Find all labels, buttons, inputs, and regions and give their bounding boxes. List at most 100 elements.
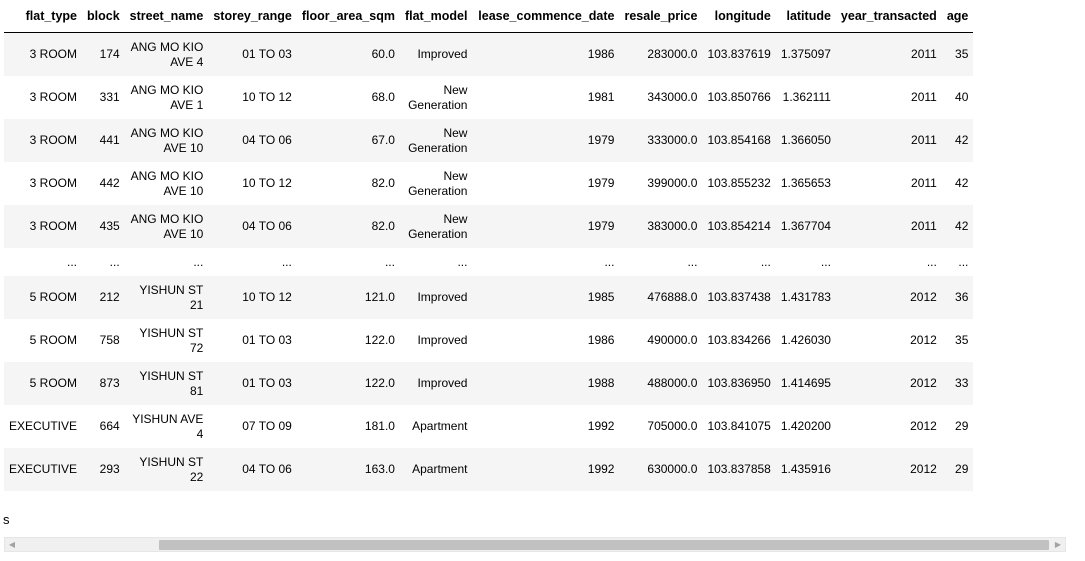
table-row: 3 ROOM 442 ANG MO KIO AVE 10 10 TO 12 82.0 Ne… — [4, 162, 973, 205]
horizontal-scrollbar[interactable]: ◀ ▶ — [4, 537, 1066, 552]
column-header-floor-area-sqm: floor_area_sqm — [296, 0, 400, 33]
cell-age: 35 — [941, 32, 974, 76]
cell-street-name: YISHUN AVE 4 — [132, 411, 204, 441]
cell-flat-type: 3 ROOM — [29, 90, 78, 104]
cell-street-name: YISHUN ST 72 — [139, 325, 204, 355]
cell-block: 758 — [99, 333, 120, 347]
cell-age: 29 — [941, 448, 974, 491]
cell-block: 293 — [82, 448, 125, 491]
cell-flat-type: EXECUTIVE — [9, 419, 78, 433]
cell-flat-model: Improved — [399, 276, 473, 319]
column-header-resale-price: resale_price — [619, 0, 703, 33]
table-row: EXECUTIVE 293 YISHUN ST 22 04 TO 06 163.0 Apa… — [4, 448, 974, 491]
cell-longitude: 103.855232 — [707, 176, 771, 190]
ellipsis-cell: ... — [760, 254, 771, 269]
ellipsis-cell: ... — [457, 254, 468, 269]
column-header-flat-type: flat_type — [4, 0, 83, 33]
cell-year-transacted: 2012 — [835, 362, 942, 405]
cell-year-transacted: 2011 — [835, 32, 942, 76]
ellipsis-cell: ... — [820, 254, 831, 269]
cell-storey-range: 01 TO 03 — [208, 32, 297, 76]
cell-floor-area-sqm: 121.0 — [296, 276, 400, 319]
cell-latitude: 1.414695 — [775, 362, 836, 405]
table-row: 3 ROOM 435 ANG MO KIO AVE 10 04 TO 06 82.0 Ne… — [4, 205, 974, 248]
table-row: 3 ROOM 174 ANG MO KIO AVE 4 01 TO 03 60.0 Imp… — [4, 32, 974, 76]
ellipsis-cell: ... — [384, 254, 395, 269]
ellipsis-cell: ... — [67, 254, 78, 269]
cell-flat-type: 3 ROOM — [4, 32, 83, 76]
column-header-block: block — [82, 0, 125, 33]
cell-floor-area-sqm: 181.0 — [364, 419, 395, 433]
ellipsis-row: .................................... — [4, 248, 973, 276]
notebook-output: flat_type block street_name storey_range flo… — [0, 0, 1085, 561]
column-header-year-transacted: year_transacted — [835, 0, 942, 33]
cell-lease-commence-date: 1986 — [472, 32, 620, 76]
cell-flat-model: Apartment — [412, 419, 468, 433]
cell-age: 42 — [941, 205, 974, 248]
dataframe-table: flat_type block street_name storey_range flo… — [4, 0, 974, 491]
cell-latitude: 1.426030 — [780, 333, 831, 347]
cell-street-name: ANG MO KIO AVE 10 — [124, 119, 209, 162]
ellipsis-cell: ... — [109, 254, 120, 269]
cell-storey-range: 01 TO 03 — [208, 362, 297, 405]
cell-age: 40 — [955, 90, 969, 104]
cell-lease-commence-date: 1992 — [472, 448, 620, 491]
cell-block: 441 — [82, 119, 125, 162]
ellipsis-cell: ... — [687, 254, 698, 269]
scroll-left-arrow-icon[interactable]: ◀ — [7, 540, 17, 550]
cell-flat-type: 5 ROOM — [4, 362, 83, 405]
cell-year-transacted: 2012 — [910, 419, 937, 433]
cell-storey-range: 07 TO 09 — [242, 419, 292, 433]
cell-longitude: 103.854214 — [702, 205, 776, 248]
cell-latitude: 1.375097 — [775, 32, 836, 76]
cell-latitude: 1.431783 — [775, 276, 836, 319]
cell-street-name: YISHUN ST 22 — [124, 448, 209, 491]
cell-latitude: 1.365653 — [780, 176, 831, 190]
cell-lease-commence-date: 1988 — [472, 362, 620, 405]
table-row: 5 ROOM 873 YISHUN ST 81 01 TO 03 122.0 Improv… — [4, 362, 974, 405]
cell-block: 435 — [82, 205, 125, 248]
cell-year-transacted: 2011 — [835, 205, 942, 248]
cell-flat-type: 5 ROOM — [29, 333, 78, 347]
cell-flat-model: Improved — [417, 333, 468, 347]
cell-resale-price: 630000.0 — [619, 448, 703, 491]
cell-age: 42 — [941, 119, 974, 162]
cell-lease-commence-date: 1992 — [587, 419, 615, 433]
cell-block: 664 — [99, 419, 120, 433]
cell-flat-type: 3 ROOM — [29, 176, 78, 190]
cell-street-name: ANG MO KIO AVE 10 — [130, 168, 204, 198]
column-header-age: age — [941, 0, 974, 33]
table-row: EXECUTIVE 664 YISHUN AVE 4 07 TO 09 181.0 Apa… — [4, 405, 973, 448]
cell-resale-price: 283000.0 — [619, 32, 703, 76]
cell-latitude: 1.366050 — [775, 119, 836, 162]
table-row: 3 ROOM 331 ANG MO KIO AVE 1 10 TO 12 68.0 New… — [4, 76, 973, 119]
table-row: 3 ROOM 441 ANG MO KIO AVE 10 04 TO 06 67.0 Ne… — [4, 119, 974, 162]
cell-flat-type: 3 ROOM — [4, 205, 83, 248]
cell-longitude: 103.854168 — [702, 119, 776, 162]
cell-latitude: 1.435916 — [775, 448, 836, 491]
cell-lease-commence-date: 1979 — [472, 205, 620, 248]
cell-flat-model: New Generation — [399, 119, 473, 162]
cell-flat-model: New Generation — [408, 168, 468, 198]
cell-age: 36 — [941, 276, 974, 319]
column-header-storey-range: storey_range — [208, 0, 297, 33]
scrollbar-thumb[interactable] — [159, 540, 1049, 550]
cell-storey-range: 10 TO 12 — [208, 276, 297, 319]
cell-longitude: 103.834266 — [707, 333, 771, 347]
cell-street-name: YISHUN ST 81 — [124, 362, 209, 405]
column-header-lease-commence-date: lease_commence_date — [472, 0, 620, 33]
cell-storey-range: 10 TO 12 — [242, 176, 292, 190]
cell-storey-range: 04 TO 06 — [208, 448, 297, 491]
cell-flat-model: New Generation — [408, 82, 468, 112]
cell-lease-commence-date: 1979 — [587, 176, 615, 190]
cell-year-transacted: 2011 — [911, 90, 937, 104]
cell-floor-area-sqm: 163.0 — [296, 448, 400, 491]
cell-floor-area-sqm: 122.0 — [296, 362, 400, 405]
cell-resale-price: 705000.0 — [647, 419, 698, 433]
scroll-right-arrow-icon[interactable]: ▶ — [1053, 540, 1063, 550]
cell-lease-commence-date: 1986 — [587, 333, 615, 347]
cell-resale-price: 383000.0 — [619, 205, 703, 248]
cell-latitude: 1.362111 — [782, 90, 831, 104]
column-header-street-name: street_name — [124, 0, 209, 33]
cell-block: 212 — [82, 276, 125, 319]
